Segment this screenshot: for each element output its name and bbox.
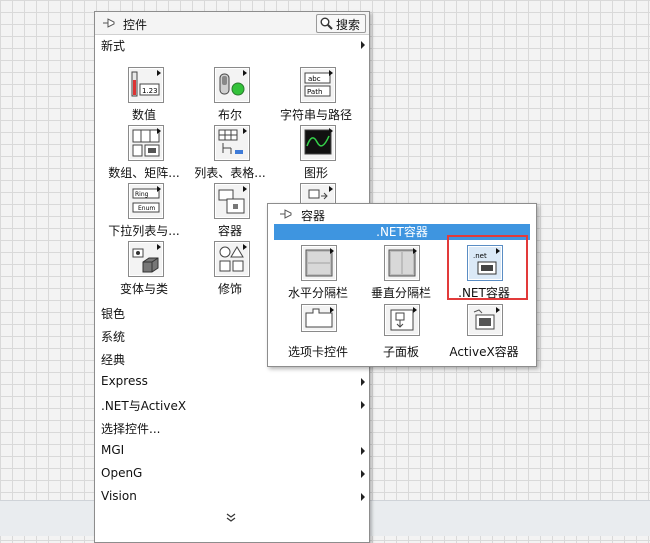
submenu-arrow-icon — [361, 470, 365, 478]
item-label: 修饰 — [217, 282, 242, 296]
item-label: 变体与类 — [119, 282, 168, 296]
horizontal-splitter-icon — [301, 245, 337, 281]
palette-item-variant-class[interactable]: 变体与类 — [101, 241, 187, 299]
path-glyph: Path — [307, 88, 322, 96]
category-dotnet-activex[interactable]: .NET与ActiveX — [95, 395, 369, 415]
palette-item-subpanel[interactable]: 子面板 — [359, 304, 443, 362]
category-label: 选择控件... — [101, 422, 161, 436]
list-table-icon — [214, 125, 250, 161]
numeric-icon: 1.23 — [128, 67, 164, 103]
io-icon — [300, 183, 336, 205]
category-express[interactable]: Express — [95, 372, 369, 392]
container-icon — [214, 183, 250, 219]
subpanel-icon — [384, 304, 420, 336]
palette-item-activex-container[interactable]: ActiveX容器 — [442, 304, 526, 362]
thumbtack-icon[interactable] — [101, 16, 117, 30]
palette-item-boolean[interactable]: 布尔 — [187, 67, 273, 125]
item-label: 下拉列表与... — [108, 224, 180, 238]
boolean-icon — [214, 67, 250, 103]
category-mgi[interactable]: MGI — [95, 441, 369, 461]
item-label: 字符串与路径 — [279, 108, 352, 122]
ring-glyph: Ring — [135, 191, 149, 198]
category-label: 新式 — [101, 39, 126, 53]
subpalette-title: 容器 — [301, 209, 326, 223]
item-label: 列表、表格... — [194, 166, 266, 180]
submenu-arrow-icon — [361, 378, 365, 386]
thumbtack-icon[interactable] — [278, 207, 294, 221]
expand-more-icon[interactable] — [225, 513, 237, 523]
palette-item-string-path[interactable]: abc Path 字符串与路径 — [273, 67, 359, 125]
search-label: 搜索 — [336, 18, 361, 32]
palette-item-array-matrix[interactable]: 数组、矩阵... — [101, 125, 187, 183]
palette-item-numeric[interactable]: 1.23 数值 — [101, 67, 187, 125]
category-label: .NET与ActiveX — [101, 399, 187, 413]
category-label: MGI — [101, 443, 125, 457]
abc-glyph: abc — [308, 75, 321, 83]
palette-item-vertical-splitter[interactable]: 垂直分隔栏 — [359, 245, 443, 303]
ring-enum-icon: Ring Enum — [128, 183, 164, 219]
item-label: 数组、矩阵... — [108, 166, 180, 180]
category-label: OpenG — [101, 466, 143, 480]
search-button[interactable]: 搜索 — [316, 14, 366, 33]
palette-item-list-table[interactable]: 列表、表格... — [187, 125, 273, 183]
vertical-splitter-icon — [384, 245, 420, 281]
red-highlight-box — [447, 235, 528, 300]
category-modern[interactable]: 新式 — [95, 35, 369, 55]
string-path-icon: abc Path — [300, 67, 336, 103]
palette-item-decorations[interactable]: 修饰 — [187, 241, 273, 299]
array-matrix-icon — [128, 125, 164, 161]
palette-header: 控件 搜索 — [95, 12, 369, 35]
variant-class-icon — [128, 241, 164, 277]
item-label: ActiveX容器 — [449, 345, 519, 359]
item-label: 数值 — [131, 108, 156, 122]
item-label: 布尔 — [217, 108, 242, 122]
palette-item-tab-control[interactable]: 选项卡控件 — [276, 304, 360, 362]
graph-icon — [300, 125, 336, 161]
submenu-arrow-icon — [361, 401, 365, 409]
palette-title: 控件 — [123, 18, 148, 32]
numeric-glyph: 1.23 — [142, 87, 158, 95]
item-label: 水平分隔栏 — [287, 286, 348, 300]
palette-item-ring-enum[interactable]: Ring Enum 下拉列表与... — [101, 183, 187, 241]
item-label: 选项卡控件 — [287, 345, 348, 359]
submenu-arrow-icon — [361, 447, 365, 455]
decorations-icon — [214, 241, 250, 277]
tab-control-icon — [301, 304, 337, 332]
submenu-arrow-icon — [361, 41, 365, 49]
palette-item-horizontal-splitter[interactable]: 水平分隔栏 — [276, 245, 360, 303]
submenu-arrow-icon — [361, 493, 365, 501]
item-label: 容器 — [217, 224, 242, 238]
category-label: Vision — [101, 489, 137, 503]
item-label: 子面板 — [382, 345, 419, 359]
item-label: 图形 — [303, 166, 328, 180]
magnifier-icon — [320, 17, 333, 30]
category-label: 银色 — [101, 307, 126, 321]
category-select-control[interactable]: 选择控件... — [95, 418, 369, 438]
category-label: 系统 — [101, 330, 126, 344]
palette-item-graph[interactable]: 图形 — [273, 125, 359, 183]
enum-glyph: Enum — [138, 205, 155, 212]
category-label: Express — [101, 374, 148, 388]
palette-item-container[interactable]: 容器 — [187, 183, 273, 241]
category-label: 经典 — [101, 353, 126, 367]
category-openg[interactable]: OpenG — [95, 464, 369, 484]
item-label: 垂直分隔栏 — [370, 286, 431, 300]
activex-container-icon — [467, 304, 503, 336]
category-vision[interactable]: Vision — [95, 487, 369, 507]
